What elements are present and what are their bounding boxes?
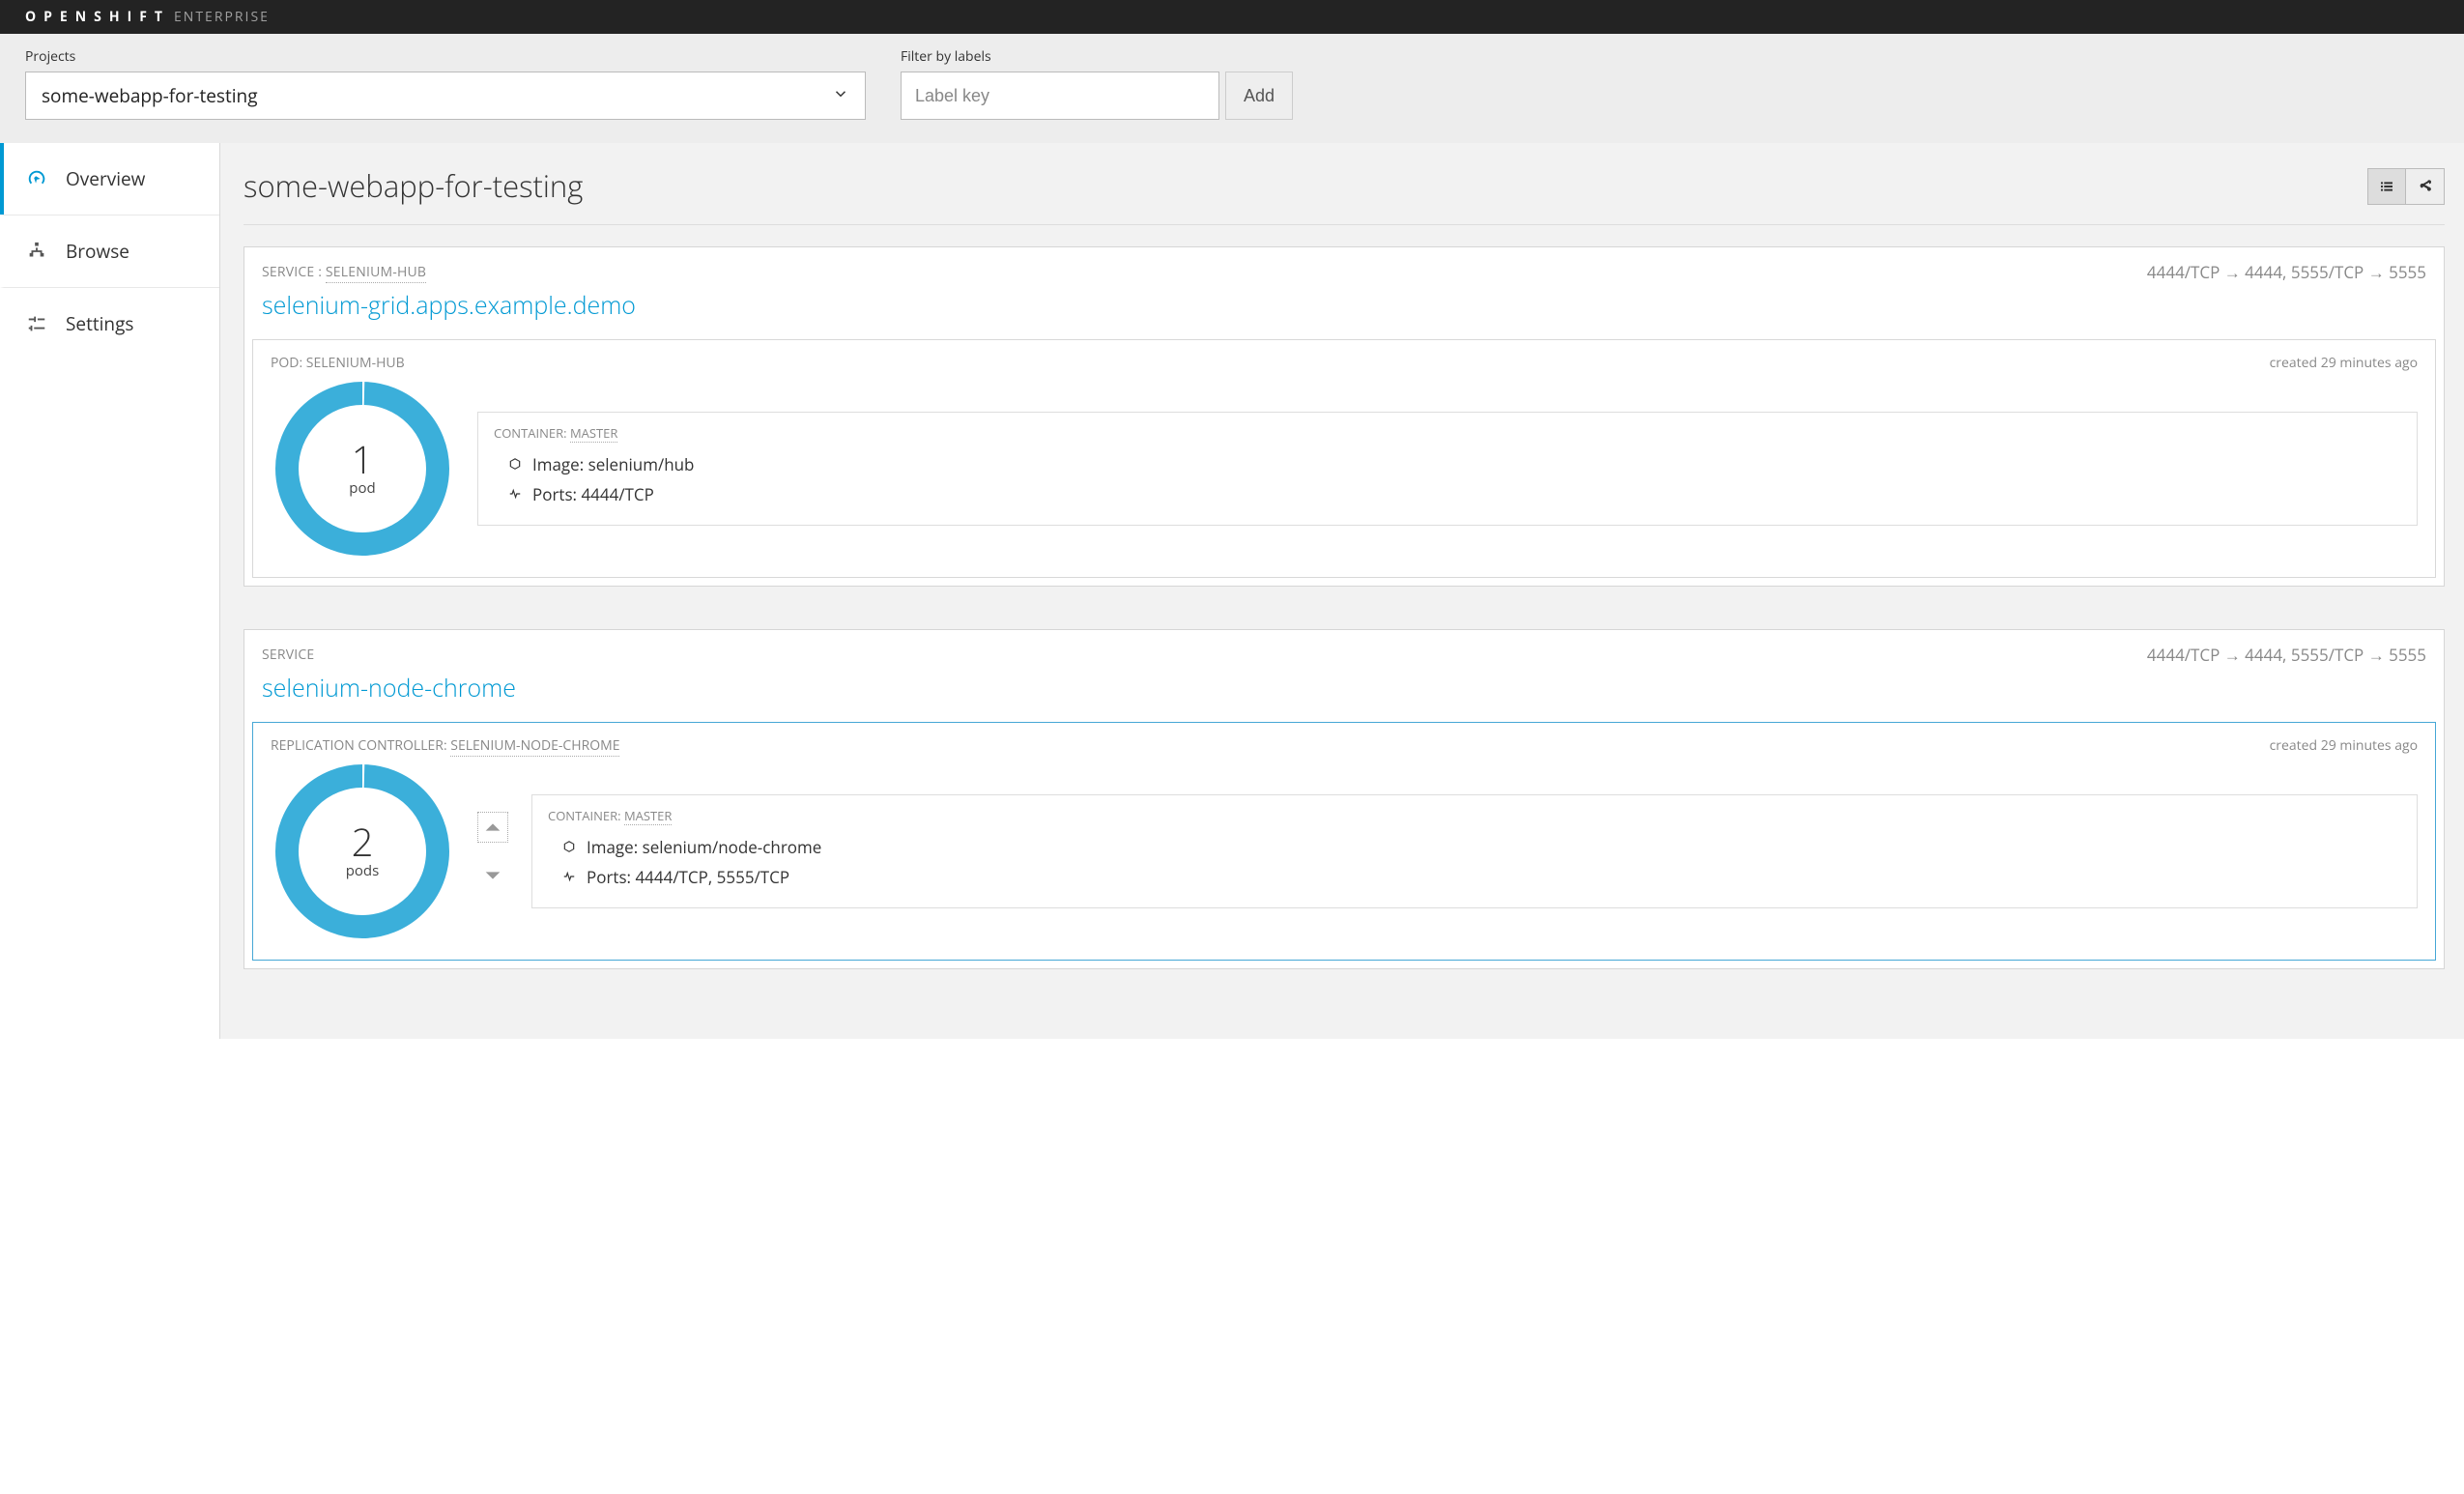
- sidebar-item-label: Browse: [66, 239, 129, 264]
- list-view-button[interactable]: [2367, 168, 2406, 205]
- project-filter: Projects some-webapp-for-testing: [25, 47, 866, 120]
- pod-block: REPLICATION CONTROLLER: SELENIUM-NODE-CH…: [252, 722, 2436, 961]
- view-toggle: [2367, 168, 2445, 205]
- container-image-text: Image: selenium/node-chrome: [587, 836, 821, 858]
- pulse-icon: [561, 866, 577, 888]
- service-ports: 4444/TCP → 4444, 5555/TCP → 5555: [2147, 261, 2426, 283]
- main-content: some-webapp-for-testing SERVICE : SELENI…: [220, 143, 2464, 1039]
- pod-count-label: pods: [346, 861, 380, 880]
- service-header: SERVICE 4444/TCP → 4444, 5555/TCP → 5555…: [244, 630, 2444, 718]
- service-card: SERVICE : SELENIUM-HUB 4444/TCP → 4444, …: [244, 246, 2445, 587]
- sidebar-item-settings[interactable]: Settings: [0, 287, 219, 359]
- service-card: SERVICE 4444/TCP → 4444, 5555/TCP → 5555…: [244, 629, 2445, 969]
- list-icon: [2379, 179, 2394, 194]
- sidebar-item-overview[interactable]: Overview: [0, 143, 219, 215]
- pod-created-time: created 29 minutes ago: [2270, 354, 2418, 372]
- container-label: CONTAINER: MASTER: [494, 424, 2401, 442]
- pod-donut: 2 pods: [275, 764, 449, 938]
- add-label-button[interactable]: Add: [1225, 72, 1293, 120]
- chevron-down-icon: [832, 83, 849, 108]
- container-name-link[interactable]: MASTER: [624, 807, 672, 825]
- sidebar-item-label: Settings: [66, 311, 133, 336]
- pod-created-time: created 29 minutes ago: [2270, 736, 2418, 755]
- container-box: CONTAINER: MASTER Image: selenium/node-c…: [531, 794, 2418, 908]
- pod-head-label: REPLICATION CONTROLLER: SELENIUM-NODE-CH…: [271, 736, 619, 755]
- scale-up-button[interactable]: [477, 812, 508, 843]
- topology-view-button[interactable]: [2406, 168, 2445, 205]
- brand-name: OPENSHIFT: [25, 8, 170, 26]
- dashboard-icon: [25, 167, 48, 190]
- controller-name-link[interactable]: SELENIUM-NODE-CHROME: [450, 736, 619, 757]
- pod-head-label: POD: SELENIUM-HUB: [271, 354, 405, 372]
- service-route-link[interactable]: selenium-node-chrome: [262, 672, 2426, 704]
- container-ports-text: Ports: 4444/TCP: [532, 483, 654, 505]
- container-name-link[interactable]: MASTER: [570, 424, 617, 443]
- pod-count: 1: [352, 440, 374, 478]
- scale-down-button[interactable]: [477, 860, 508, 891]
- brand-suffix: ENTERPRISE: [174, 8, 270, 26]
- pod-count-label: pod: [349, 478, 375, 498]
- cube-icon: [561, 836, 577, 858]
- container-image-row: Image: selenium/hub: [494, 449, 2401, 479]
- service-route-link[interactable]: selenium-grid.apps.example.demo: [262, 289, 2426, 322]
- sidebar-item-browse[interactable]: Browse: [0, 215, 219, 287]
- project-selected-value: some-webapp-for-testing: [42, 83, 258, 108]
- scale-controls: [477, 812, 508, 891]
- cube-icon: [507, 453, 523, 475]
- pod-donut: 1 pod: [275, 382, 449, 556]
- filter-bar: Projects some-webapp-for-testing Filter …: [0, 34, 2464, 143]
- page-header: some-webapp-for-testing: [244, 166, 2445, 225]
- service-header: SERVICE : SELENIUM-HUB 4444/TCP → 4444, …: [244, 247, 2444, 335]
- top-bar: OPENSHIFT ENTERPRISE: [0, 0, 2464, 34]
- pod-head-name: SELENIUM-HUB: [306, 354, 405, 372]
- label-filter: Filter by labels Add: [901, 47, 1293, 120]
- sitemap-icon: [25, 240, 48, 263]
- page-title: some-webapp-for-testing: [244, 166, 583, 207]
- container-ports-row: Ports: 4444/TCP: [494, 479, 2401, 509]
- labels-label: Filter by labels: [901, 47, 1293, 66]
- container-ports-text: Ports: 4444/TCP, 5555/TCP: [587, 866, 789, 888]
- service-name-link[interactable]: SELENIUM-HUB: [326, 263, 426, 283]
- container-image-text: Image: selenium/hub: [532, 453, 694, 475]
- pod-count: 2: [352, 822, 374, 861]
- service-ports: 4444/TCP → 4444, 5555/TCP → 5555: [2147, 644, 2426, 666]
- service-label: SERVICE: [262, 646, 314, 664]
- share-icon: [2418, 179, 2433, 194]
- container-label: CONTAINER: MASTER: [548, 807, 2401, 824]
- sidebar: Overview Browse Settings: [0, 143, 220, 1039]
- label-key-input[interactable]: [901, 72, 1219, 120]
- sliders-icon: [25, 312, 48, 335]
- projects-label: Projects: [25, 47, 866, 66]
- container-ports-row: Ports: 4444/TCP, 5555/TCP: [548, 862, 2401, 892]
- container-image-row: Image: selenium/node-chrome: [548, 832, 2401, 862]
- container-box: CONTAINER: MASTER Image: selenium/hub Po…: [477, 412, 2418, 526]
- service-label: SERVICE : SELENIUM-HUB: [262, 263, 426, 281]
- sidebar-item-label: Overview: [66, 166, 145, 191]
- pod-block: POD: SELENIUM-HUB created 29 minutes ago…: [252, 339, 2436, 578]
- pulse-icon: [507, 483, 523, 505]
- project-select[interactable]: some-webapp-for-testing: [25, 72, 866, 120]
- project-select-input[interactable]: some-webapp-for-testing: [25, 72, 866, 120]
